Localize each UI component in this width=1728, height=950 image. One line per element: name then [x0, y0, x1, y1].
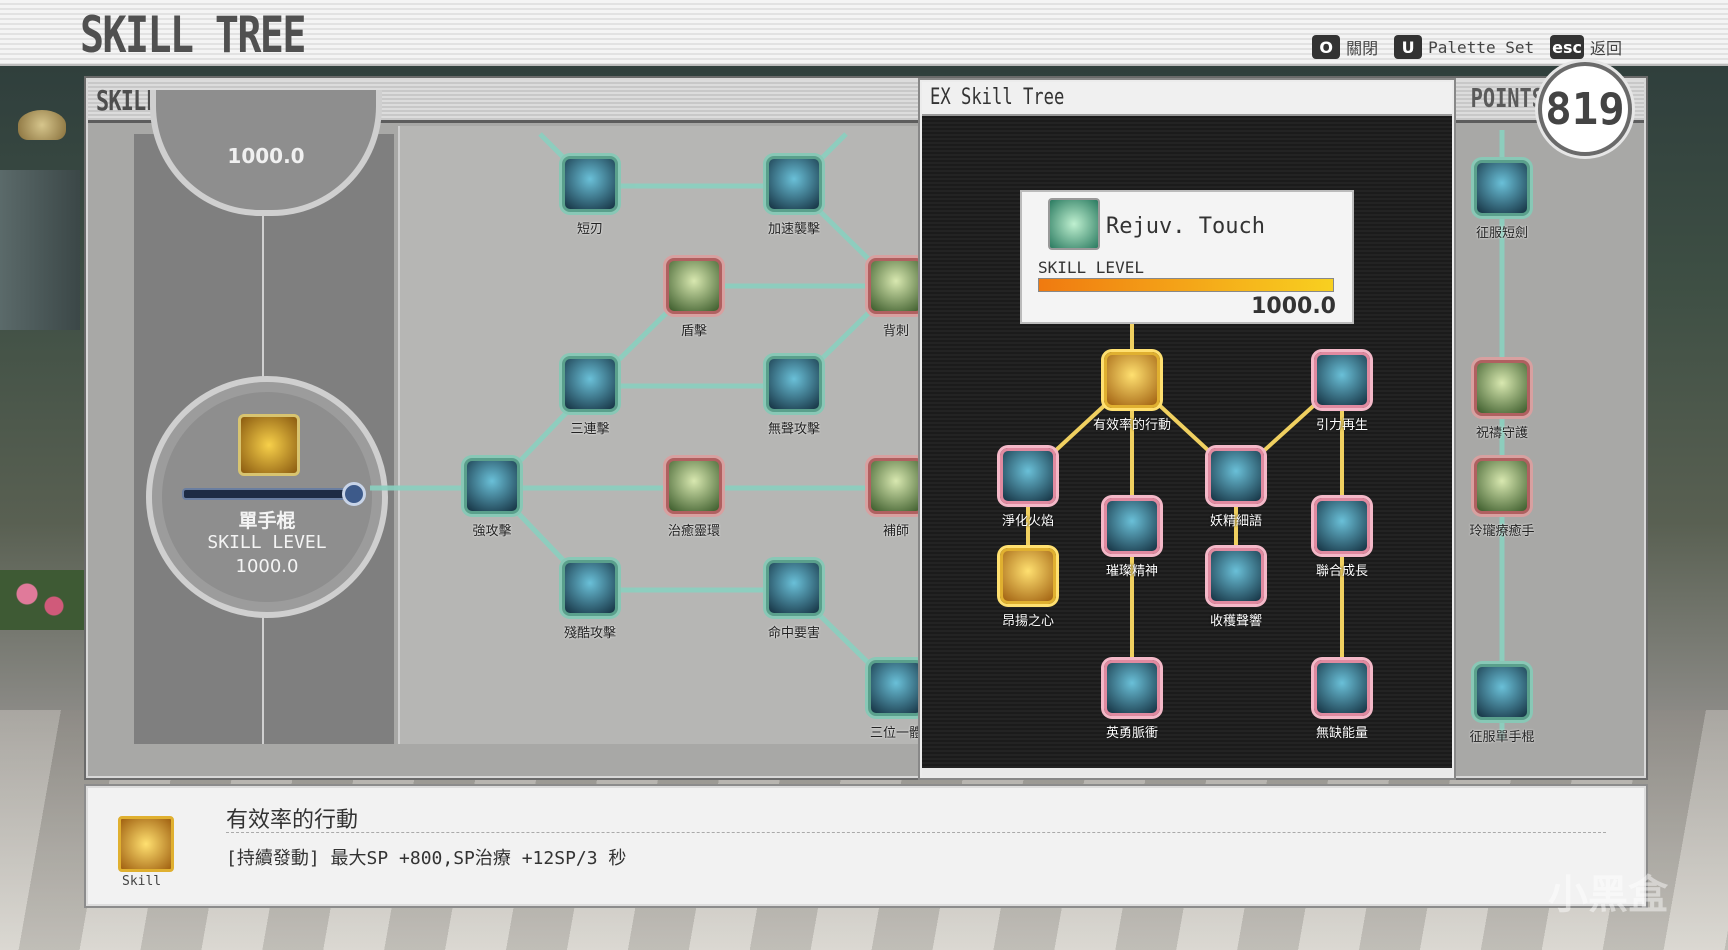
ex-bottom-bar [922, 768, 1452, 776]
skill-node[interactable]: 補師 [868, 458, 924, 539]
skill-node-label: 玲瓏療癒手 [1469, 524, 1535, 539]
ex-skill-node-label: 引力再生 [1315, 418, 1368, 433]
mace-icon [766, 560, 822, 616]
ex-skill-node-selected[interactable]: 有效率的行動 [1093, 352, 1171, 433]
ex-titlebar: EX Skill Tree [922, 82, 1452, 116]
mace-icon [766, 356, 822, 412]
beast-icon [868, 258, 924, 314]
healer-figure-icon [1474, 458, 1530, 514]
energy-figure-icon [1314, 660, 1370, 716]
skill-node[interactable]: 征服短劍 [1474, 160, 1530, 241]
ex-skill-node-label: 璀璨精神 [1105, 564, 1158, 579]
ex-skill-node[interactable]: 英勇脈衝 [1104, 660, 1160, 741]
tooltip-skill-level-bar [1038, 278, 1334, 292]
skill-node-label: 短刃 [576, 222, 603, 237]
skill-node[interactable]: 短刃 [562, 156, 618, 237]
skill-node-label: 強攻擊 [472, 524, 512, 539]
tooltip-skill-level-label: SKILL LEVEL [1038, 258, 1144, 277]
ex-skill-node-label: 昂揚之心 [1001, 614, 1054, 629]
pulse-icon [1104, 660, 1160, 716]
description-separator [226, 832, 1606, 833]
ex-skill-tree-panel: EX Skill Tree Rejuv. Touch SKILL LEVEL 1… [920, 80, 1454, 778]
dagger-icon [562, 156, 618, 212]
ex-skill-node[interactable]: 無缺能量 [1314, 660, 1370, 741]
skill-node[interactable]: 強攻擊 [464, 458, 520, 539]
watermark-logo: 小黑盒 [1548, 872, 1668, 918]
warrior-icon [1474, 664, 1530, 720]
mace-icon [562, 356, 618, 412]
skill-node-label: 征服單手棍 [1469, 730, 1535, 745]
skill-node-label: 祝禱守護 [1475, 426, 1528, 441]
heart-slash-icon [1000, 548, 1056, 604]
skill-node[interactable]: 加速襲擊 [766, 156, 822, 237]
skill-node[interactable]: 殘酷攻擊 [562, 560, 618, 641]
healer-figure-icon [666, 458, 722, 514]
ex-skill-node-label: 聯合成長 [1315, 564, 1368, 579]
skill-node[interactable]: 玲瓏療癒手 [1469, 458, 1535, 539]
mace-icon [562, 560, 618, 616]
tooltip-skill-name: Rejuv. Touch [1106, 214, 1265, 239]
skill-node-label: 三連擊 [570, 422, 610, 437]
mace-icon [118, 816, 174, 872]
ex-skill-node[interactable]: 聯合成長 [1314, 498, 1370, 579]
mace-icon [1104, 352, 1160, 408]
skill-node[interactable]: 三位一體 [868, 660, 924, 741]
skill-node-label: 加速襲擊 [767, 222, 820, 237]
skill-node[interactable]: 命中要害 [766, 560, 822, 641]
ex-skill-node[interactable]: 收穫聲響 [1208, 548, 1264, 629]
skill-description-box: Skill 有效率的行動 [持續發動] 最大SP +800,SP治療 +12SP… [86, 786, 1646, 906]
skill-node[interactable]: 祝禱守護 [1474, 360, 1530, 441]
tooltip-skill-level-value: 1000.0 [1251, 294, 1336, 319]
skill-tooltip: Rejuv. Touch SKILL LEVEL 1000.0 [1020, 190, 1354, 324]
trinity-icon [868, 660, 924, 716]
skill-node-label: 殘酷攻擊 [563, 626, 616, 641]
skill-node[interactable]: 征服單手棍 [1469, 664, 1535, 745]
healer-figure-icon [1048, 198, 1100, 250]
ex-body: Rejuv. Touch SKILL LEVEL 1000.0 有效率的行動 引… [922, 116, 1452, 776]
gravity-figure-icon [1314, 352, 1370, 408]
ex-skill-node[interactable]: 淨化火焰 [1000, 448, 1056, 529]
dagger-icon [766, 156, 822, 212]
skill-node[interactable]: 盾擊 [666, 258, 722, 339]
skill-node-label: 命中要害 [767, 626, 820, 641]
skill-node[interactable]: 背刺 [868, 258, 924, 339]
ex-skill-node-label: 無缺能量 [1315, 726, 1368, 741]
ex-skill-node[interactable]: 妖精細語 [1208, 448, 1264, 529]
ex-skill-node-label: 收穫聲響 [1209, 614, 1262, 629]
skill-points-counter: 819 [1538, 62, 1632, 156]
mace-icon [464, 458, 520, 514]
flame-icon [1000, 448, 1056, 504]
skill-node[interactable]: 治癒靈環 [666, 458, 722, 539]
blessing-icon [1474, 360, 1530, 416]
ex-skill-node[interactable]: 璀璨精神 [1104, 498, 1160, 579]
skill-node-label: 征服短劍 [1475, 226, 1528, 241]
fairy-icon [1208, 448, 1264, 504]
ex-skill-node-label: 英勇脈衝 [1105, 726, 1158, 741]
shield-icon [666, 258, 722, 314]
description-title: 有效率的行動 [226, 808, 359, 833]
skill-node-label: 盾擊 [680, 324, 707, 339]
ex-skill-node-label: 妖精細語 [1209, 514, 1262, 529]
ex-skill-node[interactable]: 引力再生 [1314, 352, 1370, 433]
ex-skill-node[interactable]: 昂揚之心 [1000, 548, 1056, 629]
skill-type-label: Skill [122, 874, 162, 889]
skill-node[interactable]: 無聲攻擊 [766, 356, 822, 437]
growth-figure-icon [1314, 498, 1370, 554]
ex-skill-node-label: 有效率的行動 [1092, 418, 1171, 433]
skill-node-label: 治癒靈環 [667, 524, 720, 539]
spirit-flame-icon [1104, 498, 1160, 554]
description-text: [持續發動] 最大SP +800,SP治療 +12SP/3 秒 [226, 848, 627, 869]
ex-skill-node-label: 淨化火焰 [1001, 514, 1054, 529]
skill-node-label: 無聲攻擊 [767, 422, 820, 437]
skill-node[interactable]: 三連擊 [562, 356, 618, 437]
sound-wave-icon [1208, 548, 1264, 604]
cheering-figure-icon [868, 458, 924, 514]
warrior-icon [1474, 160, 1530, 216]
ex-title: EX Skill Tree [930, 85, 1065, 110]
